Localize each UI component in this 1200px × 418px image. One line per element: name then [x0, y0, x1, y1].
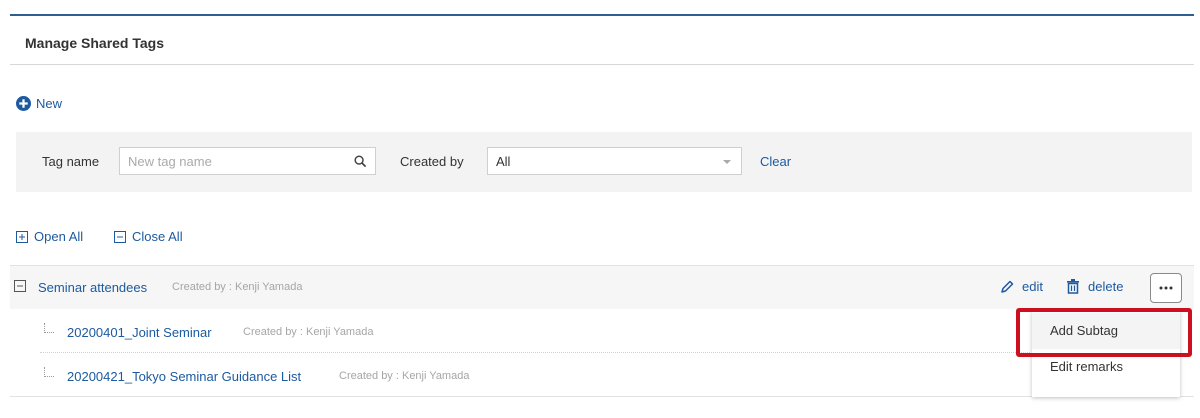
- tag-name-field[interactable]: [119, 147, 376, 175]
- more-actions-button[interactable]: [1150, 273, 1182, 303]
- caret-down-icon: [723, 160, 731, 164]
- delete-label: delete: [1088, 279, 1124, 294]
- page-title: Manage Shared Tags: [25, 35, 165, 51]
- close-all-label: Close All: [132, 229, 183, 244]
- header-rule: [10, 14, 1194, 16]
- more-actions-menu: Add Subtag Edit remarks: [1032, 311, 1180, 397]
- list-bottom-rule: [10, 396, 1194, 397]
- ellipsis-icon: [1159, 286, 1173, 290]
- title-divider: [10, 64, 1194, 65]
- edit-label: edit: [1022, 279, 1043, 294]
- filter-bar: Tag name Created by All Clear: [16, 132, 1192, 192]
- tag-created-by: Created by : Kenji Yamada: [172, 281, 303, 293]
- subtag-row: 20200401_Joint Seminar Created by : Kenj…: [40, 310, 1040, 353]
- tag-name-input[interactable]: [120, 148, 340, 174]
- open-all-label: Open All: [34, 229, 84, 244]
- row-divider: [40, 352, 1030, 353]
- plus-circle-icon: [16, 96, 31, 111]
- clear-button[interactable]: Clear: [760, 154, 791, 169]
- tag-name-link[interactable]: Seminar attendees: [38, 280, 147, 295]
- tree-branch-line: [44, 367, 54, 377]
- new-tag-label: New: [36, 96, 63, 111]
- subtag-created-by: Created by : Kenji Yamada: [243, 326, 374, 338]
- tag-name-label: Tag name: [42, 154, 100, 169]
- minus-square-icon: [114, 230, 126, 243]
- minus-square-icon[interactable]: [14, 280, 26, 292]
- open-all-button[interactable]: Open All: [16, 229, 83, 244]
- edit-button[interactable]: edit: [1000, 279, 1043, 294]
- pencil-icon: [1001, 280, 1014, 293]
- delete-button[interactable]: delete: [1066, 279, 1123, 294]
- subtag-name-link[interactable]: 20200421_Tokyo Seminar Guidance List: [67, 369, 301, 384]
- tree-branch-line: [44, 323, 54, 333]
- plus-square-icon: [16, 230, 28, 243]
- subtag-created-by: Created by : Kenji Yamada: [339, 370, 470, 382]
- new-tag-button[interactable]: New: [16, 96, 62, 111]
- subtag-name-link[interactable]: 20200401_Joint Seminar: [67, 325, 212, 340]
- created-by-select[interactable]: All: [487, 147, 742, 175]
- tag-row: Seminar attendees Created by : Kenji Yam…: [10, 265, 1194, 309]
- edit-remarks-menu-item[interactable]: Edit remarks: [1032, 349, 1180, 385]
- add-subtag-menu-item[interactable]: Add Subtag: [1032, 313, 1180, 349]
- created-by-label: Created by: [400, 154, 464, 169]
- subtag-row: 20200421_Tokyo Seminar Guidance List Cre…: [40, 354, 1040, 397]
- trash-icon: [1067, 279, 1079, 294]
- search-icon[interactable]: [354, 155, 367, 168]
- created-by-value: All: [496, 154, 511, 169]
- close-all-button[interactable]: Close All: [114, 229, 183, 244]
